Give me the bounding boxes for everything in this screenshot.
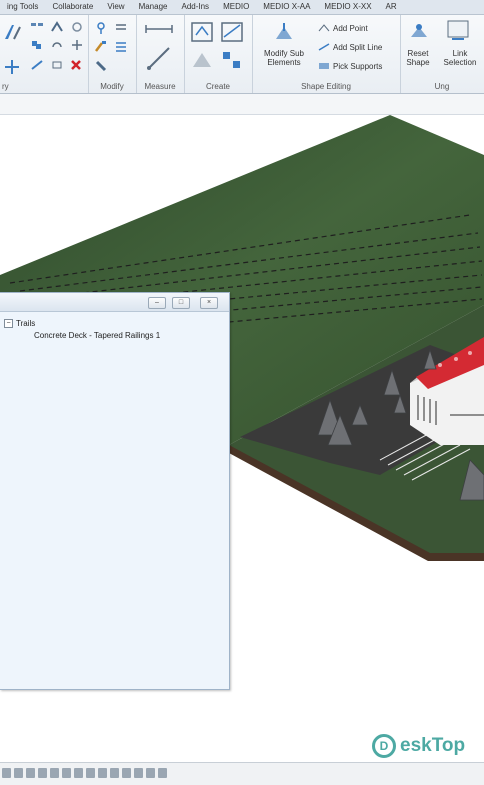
add-point-icon [318,24,330,32]
align-icon[interactable] [94,21,108,35]
group-label-ung: Ung [434,82,450,91]
crop-icon[interactable] [74,768,83,778]
tab-view[interactable]: View [100,0,131,14]
pick-supports-icon [319,63,329,69]
measure-distance-icon[interactable] [144,23,174,35]
group-label-measure: Measure [144,82,176,91]
group-label-shape-editing: Shape Editing [301,82,351,91]
show-crop-icon[interactable] [86,768,95,778]
split-face-icon[interactable] [70,21,84,33]
reveal-hidden-icon[interactable] [122,768,131,778]
view-control-bar [0,762,484,785]
watermark-text: eskTop [400,735,466,756]
desktop-logo-icon: D [372,734,396,758]
copy-icon[interactable] [30,39,44,51]
paint-icon[interactable] [94,39,108,53]
group-ung: Reset Shape Link Selection Ung [400,15,484,93]
delete-icon[interactable] [70,59,82,71]
tree-node-trails-label: Trails [16,319,36,328]
join-geometry-icon[interactable] [30,21,44,33]
offset-icon[interactable] [114,21,128,35]
tab-medio-x-xx[interactable]: MEDIO X-XX [317,0,378,14]
tree-node-concrete-deck[interactable]: Concrete Deck - Tapered Railings 1 [34,331,160,340]
add-point-button[interactable]: Add Point [318,23,368,33]
watermark: D eskTop [372,734,465,758]
scale-icon[interactable] [50,59,64,71]
group-geometry: ry [0,15,89,93]
pin-icon[interactable] [94,59,108,73]
sun-path-icon[interactable] [38,768,47,778]
pick-supports-label: Pick Supports [333,61,383,71]
tab-medio-x-aa[interactable]: MEDIO X-AA [256,0,317,14]
scale-icon[interactable] [2,768,11,778]
ribbon-tab-strip: ing Tools Collaborate View Manage Add-In… [0,0,484,15]
group-label-modify: Modify [100,82,124,91]
wall-joins-icon[interactable] [50,21,64,33]
render-icon[interactable] [62,768,71,778]
link-selection-button[interactable]: Link Selection [438,49,482,67]
pick-supports-button[interactable]: Pick Supports [318,61,382,71]
arrow-left-icon[interactable] [158,768,167,778]
create-parts-icon[interactable] [220,21,244,43]
project-browser-panel: – □ × − Trails Concrete Deck - Tapered R… [0,292,230,690]
tab-tools[interactable]: ing Tools [0,0,45,14]
mirror-icon[interactable] [114,39,128,53]
move-icon[interactable] [4,59,20,75]
tab-add-ins[interactable]: Add-Ins [174,0,216,14]
create-assembly-icon[interactable] [220,49,244,71]
group-shape-editing: Modify Sub Elements Add Point Add Split … [252,15,401,93]
group-label-create: Create [205,82,230,91]
tab-collaborate[interactable]: Collaborate [45,0,100,14]
create-similar-icon[interactable] [190,49,214,71]
group-modify: Modify [88,15,137,93]
tab-ar[interactable]: AR [379,0,404,14]
minimize-button[interactable]: – [148,297,166,309]
add-split-line-button[interactable]: Add Split Line [318,42,382,52]
modify-sub-elements-button[interactable]: Modify Sub Elements [252,49,316,67]
add-point-label: Add Point [333,23,368,33]
highlight-displacement-icon[interactable] [146,768,155,778]
group-create: Create [184,15,253,93]
shadows-icon[interactable] [50,768,59,778]
tree-node-trails[interactable]: − Trails [4,319,35,328]
group-measure: Measure [136,15,185,93]
maximize-button[interactable]: □ [172,297,190,309]
temp-hide-icon[interactable] [110,768,119,778]
unlock-view-icon[interactable] [98,768,107,778]
analytical-model-icon[interactable] [134,768,143,778]
reset-shape-icon[interactable] [408,21,430,43]
options-bar [0,94,484,115]
collapse-icon[interactable]: − [4,319,13,328]
tab-medio[interactable]: MEDIO [216,0,256,14]
visual-style-icon[interactable] [26,768,35,778]
tree-node-concrete-deck-label: Concrete Deck - Tapered Railings 1 [34,331,161,340]
project-browser-titlebar[interactable]: – □ × [0,293,229,312]
dimension-icon[interactable] [146,45,172,71]
view-controls [2,768,167,778]
link-selection-icon[interactable] [446,19,470,43]
rotate-icon[interactable] [50,39,64,51]
add-split-line-label: Add Split Line [333,42,383,52]
create-group-icon[interactable] [190,21,214,43]
cut-geometry-icon[interactable] [2,21,24,43]
array-icon[interactable] [30,59,44,71]
close-button[interactable]: × [200,297,218,309]
modify-sub-elements-icon[interactable] [272,21,296,43]
reset-shape-button[interactable]: Reset Shape [400,49,436,67]
group-label-geometry: ry [2,82,9,91]
ribbon-panel: ry Modify Measure Create Modify Sub Elem… [0,15,484,94]
add-split-line-icon [318,43,330,51]
tab-manage[interactable]: Manage [132,0,175,14]
trim-icon[interactable] [70,39,84,51]
detail-level-icon[interactable] [14,768,23,778]
